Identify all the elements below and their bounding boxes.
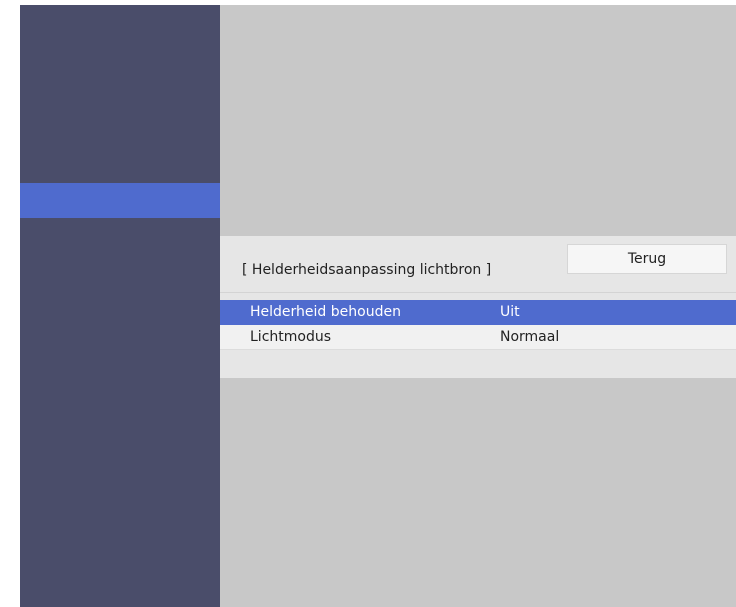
panel-header: [ Helderheidsaanpassing lichtbron ] Teru…: [220, 236, 736, 292]
menu-item-helderheid-behouden[interactable]: Helderheid behouden Uit: [220, 300, 736, 325]
menu-item-value: Uit: [500, 304, 520, 320]
projector-menu-screen: [ Helderheidsaanpassing lichtbron ] Teru…: [20, 5, 736, 607]
divider: [220, 292, 736, 293]
menu-item-label: Helderheid behouden: [250, 304, 401, 320]
back-button[interactable]: Terug: [567, 244, 727, 274]
menu-item-label: Lichtmodus: [250, 329, 332, 345]
sidebar-selected-item[interactable]: [20, 183, 220, 218]
settings-panel: [ Helderheidsaanpassing lichtbron ] Teru…: [220, 236, 736, 378]
panel-title: [ Helderheidsaanpassing lichtbron ]: [242, 262, 492, 278]
main-area: [ Helderheidsaanpassing lichtbron ] Teru…: [220, 5, 736, 607]
menu-item-lichtmodus[interactable]: Lichtmodus Normaal: [220, 325, 736, 350]
sidebar: [20, 5, 220, 607]
menu-item-value: Normaal: [500, 329, 560, 345]
